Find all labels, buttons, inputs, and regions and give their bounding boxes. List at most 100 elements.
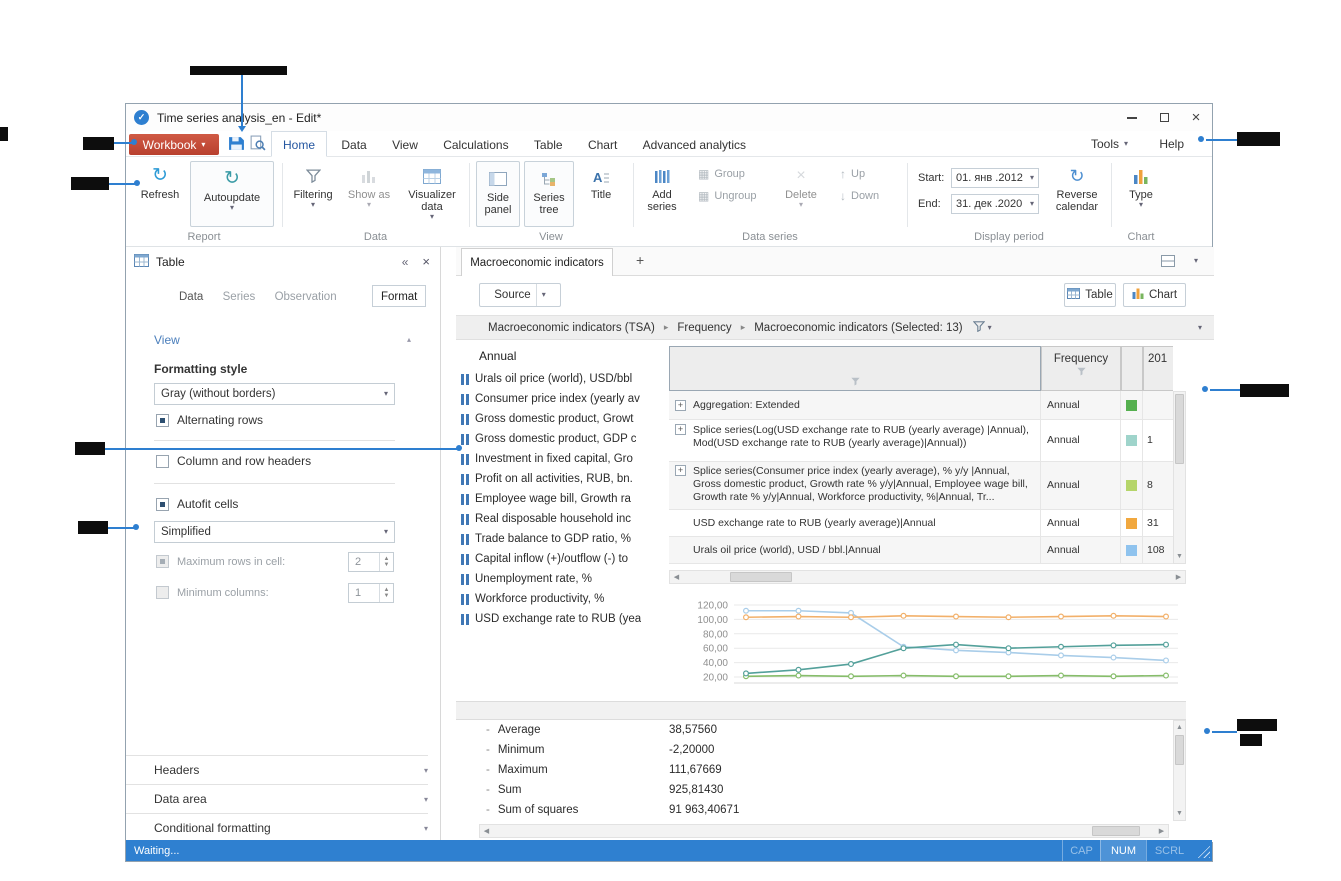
table-row[interactable]: +Splice series(Consumer price index (yea…: [669, 462, 1173, 510]
alternating-rows-checkbox[interactable]: [156, 414, 169, 427]
tab-chart[interactable]: Chart: [577, 132, 628, 158]
title-button[interactable]: A Title: [581, 163, 621, 201]
series-list-item[interactable]: Gross domestic product, Growt: [456, 409, 669, 429]
table-header-frequency[interactable]: Frequency: [1041, 346, 1121, 391]
add-series-button[interactable]: Add series: [640, 163, 684, 213]
collapse-panel-icon[interactable]: «: [402, 255, 409, 269]
print-preview-icon[interactable]: [249, 135, 266, 155]
stat-row[interactable]: - Average 38,57560: [456, 720, 1169, 740]
series-list-item[interactable]: Employee wage bill, Growth ra: [456, 489, 669, 509]
scroll-down-icon[interactable]: ▼: [1174, 807, 1185, 820]
tab-advanced-analytics[interactable]: Advanced analytics: [632, 132, 757, 158]
view-section-header[interactable]: View: [154, 333, 180, 347]
tab-data[interactable]: Data: [330, 132, 377, 158]
stat-row[interactable]: - Sum of squares 91 963,40671: [456, 800, 1169, 820]
section-data-area[interactable]: Data area ▾: [126, 784, 428, 813]
source-button[interactable]: Source ▾: [479, 283, 561, 307]
tab-table[interactable]: Table: [523, 132, 574, 158]
filter-funnel-icon[interactable]: [973, 321, 985, 335]
table-vertical-scrollbar[interactable]: ▼: [1173, 391, 1186, 564]
series-list-item[interactable]: Workforce productivity, %: [456, 589, 669, 609]
series-list-item[interactable]: Profit on all activities, RUB, bn.: [456, 469, 669, 489]
source-dropdown[interactable]: ▾: [536, 284, 546, 306]
tools-menu[interactable]: Tools ▾: [1091, 131, 1128, 157]
panel-tab-data[interactable]: Data: [171, 286, 211, 308]
expand-icon[interactable]: +: [675, 465, 686, 476]
reverse-calendar-button[interactable]: ↻ Reverse calendar: [1049, 163, 1105, 213]
alternating-rows-row[interactable]: Alternating rows: [156, 413, 263, 427]
series-list-item[interactable]: Investment in fixed capital, Gro: [456, 449, 669, 469]
stats-horizontal-scrollbar[interactable]: ◀ ▶: [479, 824, 1169, 838]
maximize-button[interactable]: [1148, 105, 1180, 131]
series-list-item[interactable]: Urals oil price (world), USD/bbl: [456, 369, 669, 389]
table-row[interactable]: Urals oil price (world), USD / bbl.|Annu…: [669, 537, 1173, 564]
series-list-item[interactable]: USD exchange rate to RUB (yea: [456, 609, 669, 629]
expand-icon[interactable]: +: [675, 400, 686, 411]
end-date-combo[interactable]: 31. дек .2020 ▾: [951, 194, 1039, 214]
table-row[interactable]: USD exchange rate to RUB (yearly average…: [669, 510, 1173, 537]
expand-icon[interactable]: +: [675, 424, 686, 435]
tab-calculations[interactable]: Calculations: [432, 132, 519, 158]
breadcrumb-item-selected[interactable]: Macroeconomic indicators (Selected: 13): [754, 322, 962, 334]
filtering-button[interactable]: Filtering ▾: [289, 163, 337, 209]
series-list-item[interactable]: Capital inflow (+)/outflow (-) to: [456, 549, 669, 569]
panel-tab-series[interactable]: Series: [215, 286, 264, 308]
panel-tab-format[interactable]: Format: [372, 285, 426, 307]
series-tree-button[interactable]: Series tree: [524, 161, 574, 227]
table-horizontal-scrollbar[interactable]: ◀ ▶: [669, 570, 1186, 584]
column-row-headers-checkbox[interactable]: [156, 455, 169, 468]
table-header-year[interactable]: 201: [1143, 346, 1173, 391]
scroll-right-icon[interactable]: ▶: [1172, 571, 1185, 583]
scroll-left-icon[interactable]: ◀: [480, 825, 493, 837]
close-button[interactable]: ×: [1180, 105, 1212, 131]
series-list-item[interactable]: Consumer price index (yearly av: [456, 389, 669, 409]
table-header-name[interactable]: [669, 346, 1041, 391]
document-tab-macroeconomic-indicators[interactable]: Macroeconomic indicators: [461, 248, 613, 276]
formatting-style-dropdown[interactable]: Gray (without borders) ▾: [154, 383, 395, 405]
autofit-mode-dropdown[interactable]: Simplified ▾: [154, 521, 395, 543]
filter-funnel-icon[interactable]: [1076, 365, 1087, 379]
scroll-down-icon[interactable]: ▼: [1174, 550, 1185, 563]
tab-home[interactable]: Home: [271, 131, 327, 157]
scrollbar-thumb[interactable]: [1175, 394, 1184, 464]
scrollbar-thumb[interactable]: [1175, 735, 1184, 765]
chart-view-toggle[interactable]: Chart: [1123, 283, 1186, 307]
section-conditional-formatting[interactable]: Conditional formatting ▾: [126, 813, 428, 842]
panel-tab-observation[interactable]: Observation: [267, 286, 345, 308]
close-panel-icon[interactable]: ×: [422, 254, 430, 269]
series-list-item[interactable]: Real disposable household inc: [456, 509, 669, 529]
scrollbar-thumb[interactable]: [1092, 826, 1140, 836]
collapse-section-icon[interactable]: ▴: [407, 335, 411, 344]
minimize-button[interactable]: [1116, 105, 1148, 131]
visualizer-data-button[interactable]: Visualizer data ▾: [400, 163, 464, 221]
stat-row[interactable]: - Sum 925,81430: [456, 780, 1169, 800]
chevron-down-icon[interactable]: ▾: [988, 324, 992, 332]
autofit-cells-checkbox[interactable]: [156, 498, 169, 511]
spin-down-icon[interactable]: ▼: [384, 562, 390, 568]
scrollbar-thumb[interactable]: [730, 572, 792, 582]
save-icon[interactable]: [228, 135, 245, 155]
scroll-left-icon[interactable]: ◀: [670, 571, 683, 583]
scroll-right-icon[interactable]: ▶: [1155, 825, 1168, 837]
side-panel-button[interactable]: Side panel: [476, 161, 520, 227]
chevron-down-icon[interactable]: ▾: [1194, 256, 1198, 265]
refresh-button[interactable]: ↻ Refresh: [136, 163, 184, 201]
stat-row[interactable]: - Maximum 111,67669: [456, 760, 1169, 780]
workbook-menu-button[interactable]: Workbook ▾: [129, 134, 219, 155]
start-date-combo[interactable]: 01. янв .2012 ▾: [951, 168, 1039, 188]
series-list-item[interactable]: Unemployment rate, %: [456, 569, 669, 589]
tab-view[interactable]: View: [381, 132, 429, 158]
autoupdate-button[interactable]: ↻ Autoupdate ▾: [190, 161, 274, 227]
new-tab-button[interactable]: +: [636, 252, 644, 268]
scroll-up-icon[interactable]: ▲: [1174, 721, 1185, 734]
chevron-down-icon[interactable]: ▾: [1198, 324, 1202, 332]
table-row[interactable]: +Splice series(Log(USD exchange rate to …: [669, 420, 1173, 462]
column-row-headers-row[interactable]: Column and row headers: [156, 454, 311, 468]
stat-row[interactable]: - Minimum -2,20000: [456, 740, 1169, 760]
series-list-item[interactable]: Gross domestic product, GDP c: [456, 429, 669, 449]
layout-icon[interactable]: [1161, 255, 1175, 270]
resize-grip[interactable]: [1196, 844, 1210, 858]
chart-type-button[interactable]: Type ▾: [1121, 163, 1161, 209]
autofit-cells-row[interactable]: Autofit cells: [156, 497, 238, 511]
spin-down-icon[interactable]: ▼: [384, 593, 390, 599]
